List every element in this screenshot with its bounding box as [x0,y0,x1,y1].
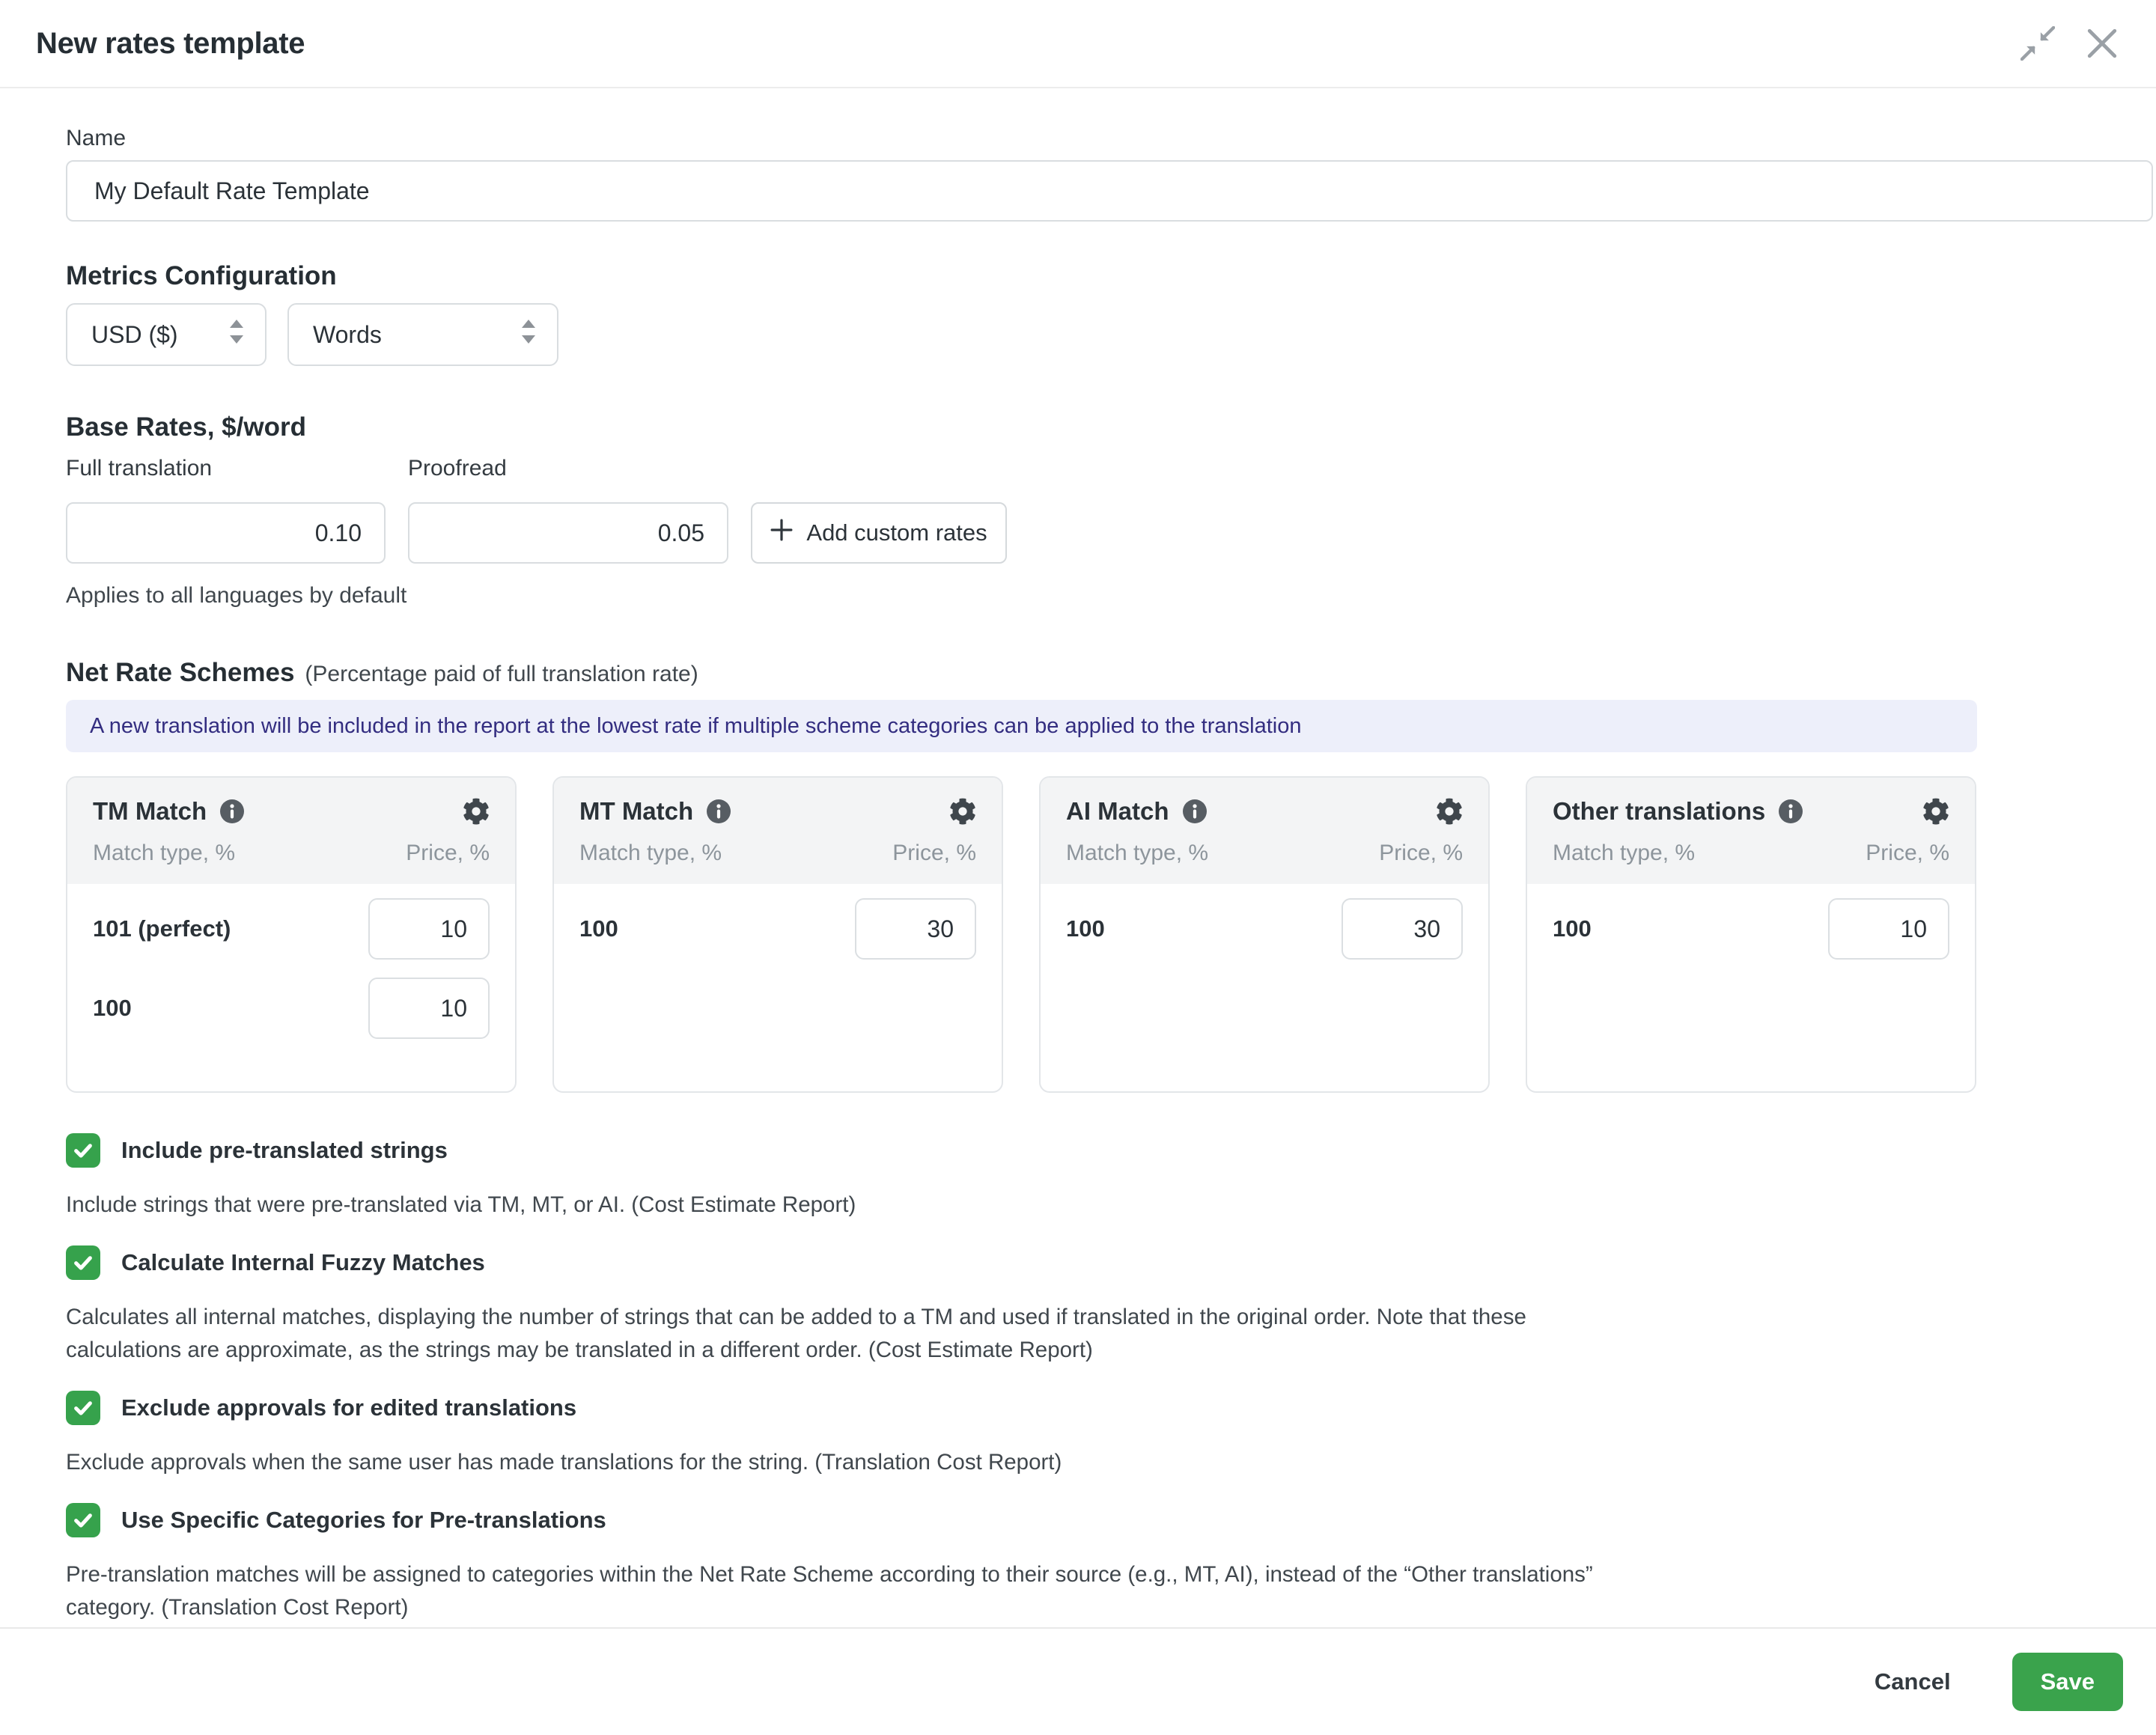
net-rate-schemes-subheading: (Percentage paid of full translation rat… [305,662,698,687]
other-translations-card: Other translations Match type, % Price, … [1526,776,1976,1093]
table-row: 100 [579,897,976,960]
match-type-value: 100 [93,995,132,1022]
metrics-configuration-heading: Metrics Configuration [66,261,2090,291]
other-translations-title: Other translations [1553,797,1765,826]
option-description: Include strings that were pre-translated… [66,1189,1608,1222]
price-input[interactable] [368,978,490,1039]
table-row: 100 [93,977,490,1040]
currency-select[interactable]: USD ($) [66,303,267,366]
sort-arrows-icon [521,320,536,350]
unit-select[interactable]: Words [287,303,558,366]
table-row: 100 [1553,897,1949,960]
full-translation-input[interactable] [66,502,386,564]
tm-match-card-header: TM Match Match type, % Price, % [67,778,515,884]
option-description: Calculates all internal matches, display… [66,1301,1608,1367]
price-col-header: Price, % [1866,841,1949,866]
table-row: 101 (perfect) [93,897,490,960]
sort-arrows-icon [229,320,244,350]
base-rates-heading: Base Rates, $/word [66,412,2090,442]
info-icon[interactable] [707,799,731,823]
full-translation-label: Full translation [66,456,386,481]
option-calculate-internal-fuzzy: Calculate Internal Fuzzy Matches Calcula… [66,1245,2090,1367]
ai-match-title: AI Match [1066,797,1169,826]
other-translations-card-header: Other translations Match type, % Price, … [1527,778,1975,884]
checked-checkbox-icon [66,1133,100,1168]
checkbox-calculate-internal-fuzzy[interactable]: Calculate Internal Fuzzy Matches [66,1245,2090,1280]
currency-select-value: USD ($) [91,321,178,349]
net-rate-cards: TM Match Match type, % Price, % [66,776,2090,1093]
checkbox-include-pre-translated[interactable]: Include pre-translated strings [66,1133,2090,1168]
checked-checkbox-icon [66,1245,100,1280]
option-label: Exclude approvals for edited translation… [121,1394,576,1421]
close-icon[interactable] [2084,25,2120,61]
option-label: Calculate Internal Fuzzy Matches [121,1249,485,1276]
collapse-icon[interactable] [2020,25,2056,61]
tm-match-card: TM Match Match type, % Price, % [66,776,517,1093]
price-col-header: Price, % [406,841,490,866]
price-col-header: Price, % [1379,841,1463,866]
match-type-value: 101 (perfect) [93,915,231,942]
match-type-col-header: Match type, % [1553,841,1695,866]
match-type-value: 100 [1066,915,1105,942]
name-label: Name [66,126,2090,151]
checked-checkbox-icon [66,1391,100,1425]
plus-icon [770,519,793,547]
info-icon[interactable] [1779,799,1803,823]
mt-match-card-header: MT Match Match type, % Price, % [554,778,1002,884]
gear-icon[interactable] [1922,798,1949,825]
unit-select-value: Words [313,321,382,349]
gear-icon[interactable] [1436,798,1463,825]
checkbox-exclude-approvals[interactable]: Exclude approvals for edited translation… [66,1391,2090,1425]
net-rate-schemes-heading: Net Rate Schemes [66,658,294,688]
info-icon[interactable] [1183,799,1207,823]
proofread-label: Proofread [408,456,728,481]
option-label: Include pre-translated strings [121,1137,448,1164]
match-type-col-header: Match type, % [579,841,722,866]
save-button[interactable]: Save [2012,1653,2123,1711]
lowest-rate-info-banner: A new translation will be included in th… [66,700,1977,752]
dialog-header: New rates template [0,0,2156,88]
option-include-pre-translated: Include pre-translated strings Include s… [66,1133,2090,1222]
add-custom-rates-label: Add custom rates [806,519,987,546]
info-icon[interactable] [220,799,244,823]
match-type-col-header: Match type, % [93,841,235,866]
name-input[interactable] [66,160,2153,222]
option-specific-categories: Use Specific Categories for Pre-translat… [66,1503,2090,1624]
gear-icon[interactable] [949,798,976,825]
ai-match-card: AI Match Match type, % Price, % [1039,776,1490,1093]
price-col-header: Price, % [892,841,976,866]
option-exclude-approvals: Exclude approvals for edited translation… [66,1391,2090,1479]
proofread-input[interactable] [408,502,728,564]
price-input[interactable] [368,898,490,960]
options-list: Include pre-translated strings Include s… [66,1133,2090,1624]
price-input[interactable] [1342,898,1463,960]
price-input[interactable] [1828,898,1949,960]
option-description: Exclude approvals when the same user has… [66,1446,1608,1479]
option-description: Pre-translation matches will be assigned… [66,1558,1608,1624]
table-row: 100 [1066,897,1463,960]
cancel-button[interactable]: Cancel [1857,1655,1969,1709]
mt-match-title: MT Match [579,797,693,826]
match-type-col-header: Match type, % [1066,841,1208,866]
option-label: Use Specific Categories for Pre-translat… [121,1507,606,1534]
gear-icon[interactable] [463,798,490,825]
ai-match-card-header: AI Match Match type, % Price, % [1041,778,1488,884]
new-rates-template-dialog: New rates template Name Metrics Configur… [0,0,2156,1735]
price-input[interactable] [855,898,976,960]
add-custom-rates-button[interactable]: Add custom rates [751,502,1007,564]
match-type-value: 100 [579,915,618,942]
tm-match-title: TM Match [93,797,207,826]
base-rates-note: Applies to all languages by default [66,583,2090,609]
checked-checkbox-icon [66,1503,100,1537]
mt-match-card: MT Match Match type, % Price, % [552,776,1003,1093]
match-type-value: 100 [1553,915,1592,942]
checkbox-specific-categories[interactable]: Use Specific Categories for Pre-translat… [66,1503,2090,1537]
dialog-body: Name Metrics Configuration USD ($) Words… [0,88,2156,1627]
page-title: New rates template [36,27,305,61]
dialog-footer: Cancel Save [0,1627,2156,1735]
